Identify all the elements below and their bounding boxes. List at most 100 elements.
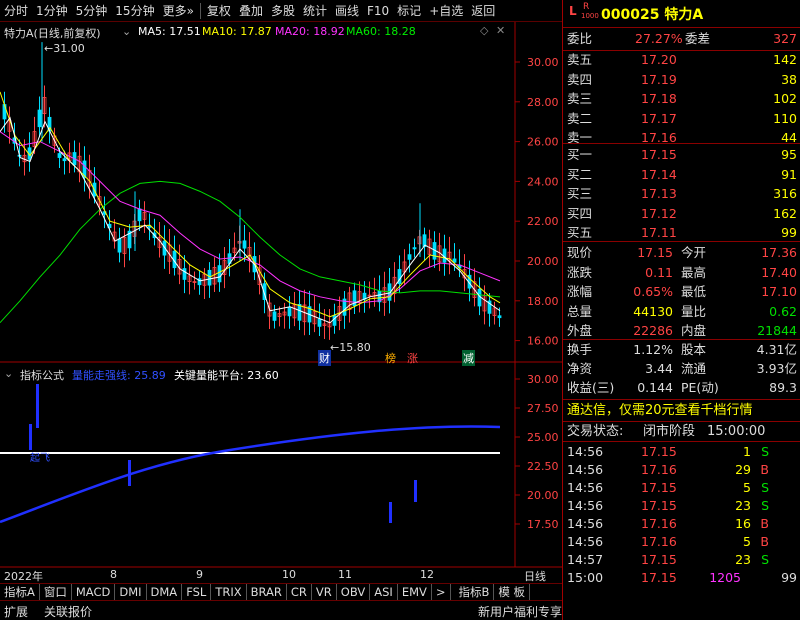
quote-row: 涨跌 0.11 最高 17.40 [567,264,797,280]
ask-row[interactable]: 卖一 17.16 44 [563,129,800,147]
candle-body [272,311,277,321]
marker-rank[interactable]: 榜 [385,350,396,366]
fund-row: 收益(三) 0.144 PE(动) 89.3 [567,380,797,395]
candle-body [117,238,122,253]
tab-fsl[interactable]: FSL [182,584,212,600]
indicator-toggle-icon[interactable]: ⌄ [4,367,13,380]
ma10-line [0,91,501,318]
badge-num: 1000 [581,12,599,20]
x-label-oct: 10 [282,568,296,581]
y-tick-label: 30.00 [527,56,559,69]
y-tick-label: 24.00 [527,175,559,188]
y-tick-label: 16.00 [527,335,559,348]
toolbar-item-f10[interactable]: F10 [363,0,393,22]
tab-window[interactable]: 窗口 [40,584,72,600]
tab-template[interactable]: 模 板 [494,584,531,600]
trade-status: 交易状态: 闭市阶段 15:00:00 [567,424,766,439]
bid-row[interactable]: 买二 17.14 91 [563,166,800,184]
toolbar-item-draw[interactable]: 画线 [331,0,363,22]
toolbar-item-more[interactable]: 更多» [159,0,198,22]
candle-body [407,254,412,260]
indicator-tabs: 指标A 窗口 MACD DMI DMA FSL TRIX BRAR CR VR … [0,583,562,600]
tick-row: 14:56 17.15 23 S [567,498,769,513]
tab-asi[interactable]: ASI [370,584,398,600]
y-tick-label: 22.50 [527,460,559,473]
tab-emv[interactable]: EMV [398,584,432,600]
quote-row: 现价 17.15 今开 17.36 [567,245,797,260]
toolbar-item-stats[interactable]: 统计 [299,0,331,22]
bid-row[interactable]: 买一 17.15 95 [563,146,800,164]
bid-row[interactable]: 买四 17.12 162 [563,205,800,223]
fund-row: 换手 1.12% 股本 4.31亿 [567,342,797,357]
promo-banner[interactable]: 通达信，仅需20元查看千档行情 [563,402,800,420]
toolbar-item-mark[interactable]: 标记 [393,0,425,22]
tab-more-arrow[interactable]: > [432,584,451,600]
candle-body [242,240,247,249]
tick-row: 14:56 17.15 1 S [567,444,769,459]
y-tick-label: 30.00 [527,373,559,386]
chevron-down-icon[interactable]: ⌄ [122,25,131,38]
diamond-icon[interactable]: ◇ [480,24,488,37]
x-label-nov: 11 [338,568,352,581]
tab-brar[interactable]: BRAR [247,584,287,600]
toolbar-item-15min[interactable]: 15分钟 [111,0,158,22]
y-tick-label: 20.00 [527,489,559,502]
tab-dmi[interactable]: DMI [115,584,147,600]
marker-finance[interactable]: 财 [318,350,331,366]
candlesticks [2,42,502,340]
kline-chart-area[interactable]: 30.00 28.00 26.00 24.00 22.00 20.00 18.00 16.00… [0,22,562,583]
ask-row[interactable]: 卖四 17.19 38 [563,71,800,89]
y-tick-label: 28.00 [527,96,559,109]
tab-macd[interactable]: MACD [72,584,116,600]
candle-body [62,158,67,162]
badge-l: L [569,4,577,18]
marker-limit[interactable]: 涨 [407,350,418,366]
tick-row: 15:00 17.15 1205 99 [567,570,797,585]
footer-expand[interactable]: 扩展 [4,603,28,620]
x-label-dec: 12 [420,568,434,581]
close-icon[interactable]: ✕ [496,24,505,37]
toolbar-item-multistock[interactable]: 多股 [267,0,299,22]
ask-row[interactable]: 卖三 17.18 102 [563,90,800,108]
quote-row: 外盘 22286 内盘 21844 [567,323,797,338]
tick-row: 14:56 17.15 5 S [567,480,769,495]
footer-promo[interactable]: 新用户福利专享 [478,603,562,620]
marker-reduce[interactable]: 减 [462,350,475,366]
toolbar-item-fenshi[interactable]: 分时 [0,0,32,22]
toolbar-item-fuquan[interactable]: 复权 [203,0,235,22]
ask-row[interactable]: 卖二 17.17 110 [563,110,800,128]
indicator-y-axis: 30.00 27.50 25.00 22.50 20.00 17.50 [515,373,559,531]
period-label[interactable]: 日线 [524,568,546,584]
weibi-row: 委比 27.27% 委差 327 [567,31,797,46]
low-price-label: ←15.80 [330,341,371,354]
tab-trix[interactable]: TRIX [211,584,247,600]
chart-title: 特力A(日线,前复权) [4,27,101,40]
toolbar-item-add-favorite[interactable]: +自选 [425,0,467,22]
candle-body [207,269,212,286]
indicator-line2-label: 关键量能平台: 23.60 [174,369,279,382]
y-tick-label: 20.00 [527,255,559,268]
bid-row[interactable]: 买五 17.11 99 [563,224,800,242]
toolbar-item-5min[interactable]: 5分钟 [72,0,112,22]
tab-dma[interactable]: DMA [147,584,183,600]
y-tick-label: 22.00 [527,215,559,228]
ask-row[interactable]: 卖五 17.20 142 [563,51,800,69]
tab-cr[interactable]: CR [287,584,312,600]
toolbar-item-1min[interactable]: 1分钟 [32,0,72,22]
tab-vr[interactable]: VR [312,584,337,600]
high-price-label: ←31.00 [44,42,85,55]
tab-indicator-b[interactable]: 指标B [455,584,495,600]
ma5-label: MA5: 17.51 [138,25,201,38]
tick-row: 14:56 17.16 5 B [567,534,769,549]
toolbar-item-back[interactable]: 返回 [467,0,499,22]
toolbar-item-overlay[interactable]: 叠加 [235,0,267,22]
y-tick-label: 18.00 [527,295,559,308]
badge-r: R [583,2,590,12]
candle-body [217,265,222,283]
bid-row[interactable]: 买三 17.13 316 [563,185,800,203]
footer-related-quotes[interactable]: 关联报价 [44,603,92,620]
tab-indicator-a[interactable]: 指标A [0,584,40,600]
candle-body [297,303,302,321]
y-tick-label: 26.00 [527,136,559,149]
tab-obv[interactable]: OBV [337,584,371,600]
